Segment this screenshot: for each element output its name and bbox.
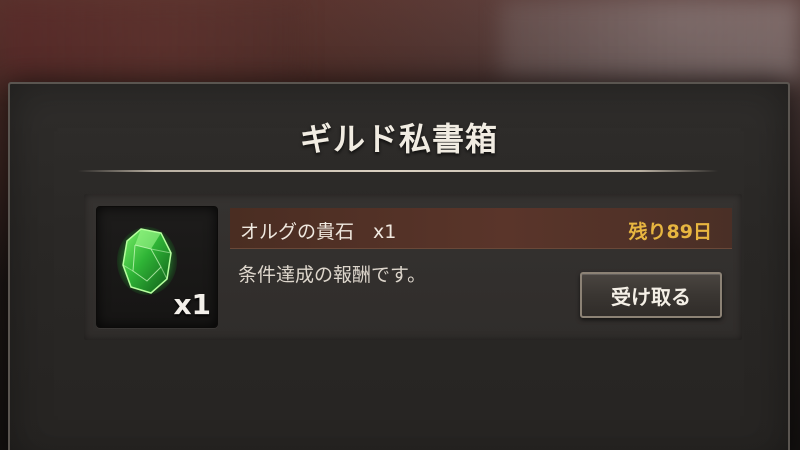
- guild-mailbox-dialog: ギルド私書箱 x1 オルグの貴石 x1 残り89日 条件達成の報酬です。 受け取…: [8, 82, 790, 450]
- background-blur-left: [0, 0, 300, 80]
- item-name-bar: オルグの貴石 x1 残り89日: [230, 208, 732, 249]
- receive-button[interactable]: 受け取る: [580, 272, 722, 318]
- item-count: x1: [173, 288, 211, 321]
- green-gem-icon: [117, 227, 177, 295]
- game-screen: ギルド私書箱 x1 オルグの貴石 x1 残り89日 条件達成の報酬です。 受け取…: [0, 0, 800, 450]
- mail-description: 条件達成の報酬です。: [238, 264, 427, 286]
- dialog-title: ギルド私書箱: [299, 120, 498, 158]
- mail-entry: x1 オルグの貴石 x1 残り89日 条件達成の報酬です。 受け取る: [84, 194, 742, 340]
- background-blur-right: [500, 0, 800, 80]
- item-name: オルグの貴石 x1: [240, 221, 397, 243]
- title-divider: [78, 170, 718, 172]
- item-slot[interactable]: x1: [96, 206, 218, 328]
- remaining-days: 残り89日: [628, 221, 712, 243]
